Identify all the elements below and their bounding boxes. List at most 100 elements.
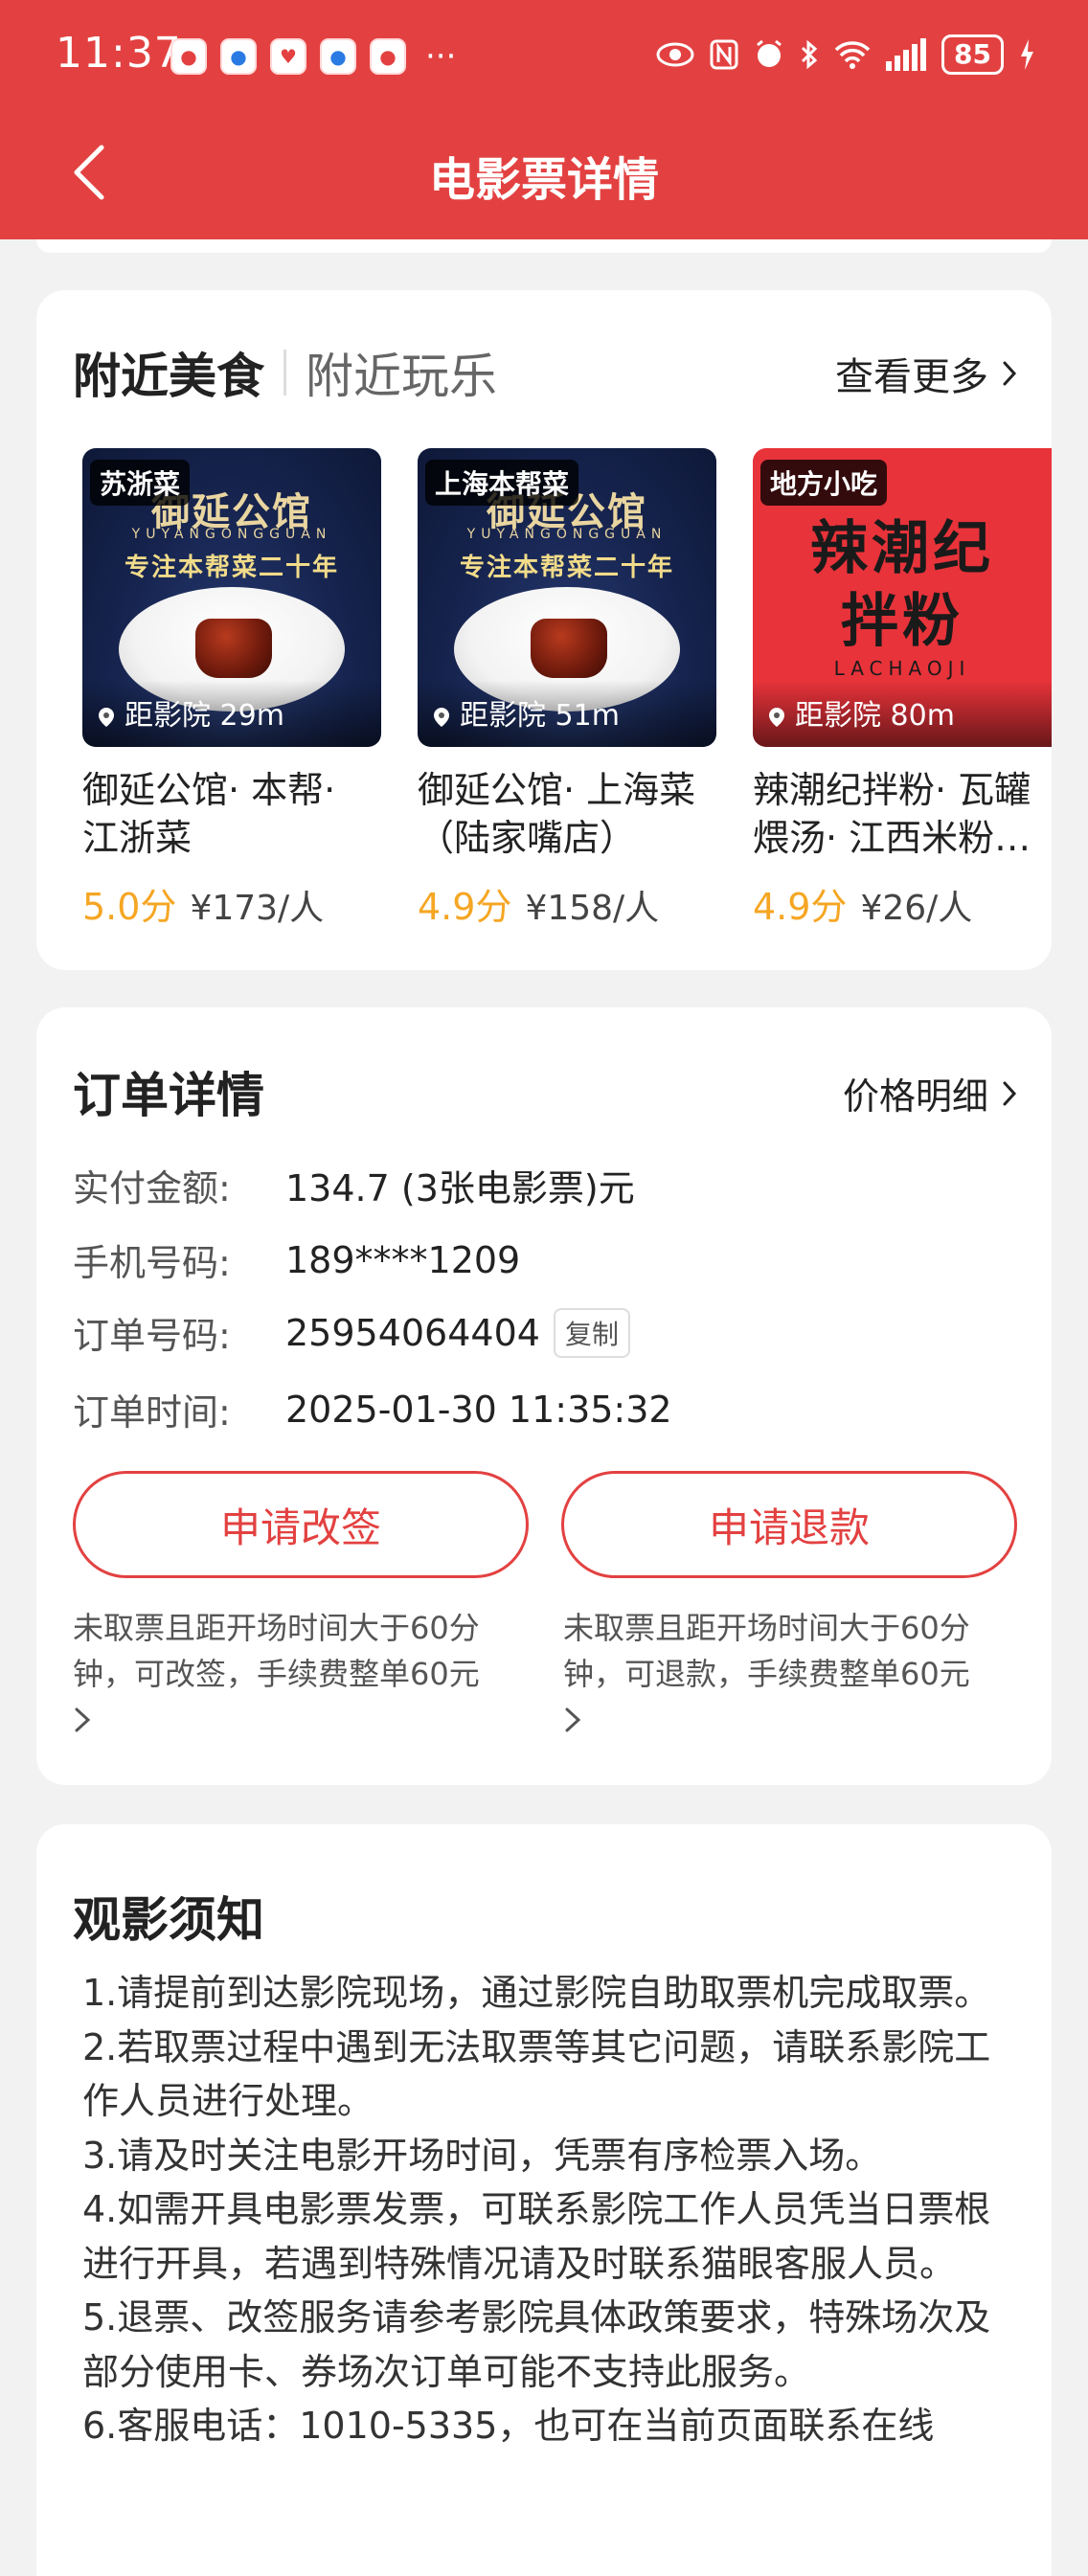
order-row-time: 订单时间: 2025-01-30 11:35:32	[73, 1383, 672, 1435]
app-notification-icon: ♥	[270, 38, 306, 75]
row-label: 订单号码:	[73, 1315, 231, 1357]
tab-nearby-fun[interactable]: 附近玩乐	[306, 338, 497, 407]
restaurant-name: 御延公馆· 本帮· 江浙菜	[82, 769, 336, 859]
order-row-amount: 实付金额: 134.7 (3张电影票)元	[73, 1159, 635, 1211]
eye-icon	[656, 42, 694, 67]
restaurant-price: ¥158/人	[525, 889, 660, 928]
location-pin-icon	[434, 708, 449, 727]
app-notification-icon: ●	[370, 38, 406, 75]
restaurant-name: 辣潮纪拌粉· 瓦罐煨汤· 江西米粉…	[753, 769, 1031, 859]
restaurant-image: 御延公馆 YUYANGONGGUAN 专注本帮菜二十年 苏浙菜 距影院 29m	[82, 448, 381, 747]
app-notification-icon: ●	[220, 38, 257, 75]
notice-item: 5.退票、改签服务请参考影院具体政策要求，特殊场次及部分使用卡、券场次订单可能不…	[82, 2296, 991, 2393]
image-slogan: 专注本帮菜二十年	[124, 554, 339, 582]
restaurant-image: 辣潮纪 拌粉 LACHAOJI 地方小吃 距影院 80m	[753, 448, 1052, 747]
cuisine-tag: 苏浙菜	[90, 460, 191, 506]
page-title: 电影票详情	[428, 153, 659, 207]
dish-graphic	[195, 619, 272, 678]
more-notifications-icon: ···	[425, 37, 457, 76]
image-brand-text: 拌粉	[841, 588, 963, 655]
chevron-down-icon[interactable]	[73, 1706, 92, 1733]
restaurant-price: ¥173/人	[190, 889, 325, 928]
cuisine-tag: 上海本帮菜	[425, 460, 579, 506]
change-note-text: 未取票且距开场时间大于60分钟，可改签，手续费整单60元	[73, 1610, 480, 1692]
restaurant-card[interactable]: 御延公馆 YUYANGONGGUAN 专注本帮菜二十年 上海本帮菜 距影院 51…	[418, 448, 716, 930]
cuisine-tag: 地方小吃	[760, 460, 888, 506]
viewing-notice-card: 观影须知 1.请提前到达影院现场，通过影院自助取票机完成取票。 2.若取票过程中…	[36, 1824, 1052, 2576]
chevron-down-icon[interactable]	[563, 1706, 582, 1733]
row-value: 2025-01-30 11:35:32	[285, 1388, 672, 1431]
restaurant-name: 御延公馆· 上海菜（陆家嘴店）	[418, 769, 696, 859]
notice-item: 6.客服电话：1010-5335，也可在当前页面联系在线	[82, 2405, 935, 2447]
restaurant-meta: 5.0分 ¥173/人	[82, 877, 381, 930]
cellular-signal-icon	[886, 38, 927, 71]
restaurant-meta: 4.9分 ¥26/人	[753, 877, 1052, 930]
restaurant-score: 4.9分	[753, 886, 848, 928]
order-row-phone: 手机号码: 189****1209	[73, 1233, 520, 1286]
battery-indicator: 85	[941, 34, 1004, 75]
notification-icons: ● ● ♥ ● ● ···	[170, 38, 456, 75]
distance-text: 距影院 51m	[460, 699, 620, 733]
notice-list: 1.请提前到达影院现场，通过影院自助取票机完成取票。 2.若取票过程中遇到无法取…	[82, 1966, 1021, 2453]
restaurant-score: 5.0分	[82, 886, 177, 928]
order-details-title: 订单详情	[73, 1068, 264, 1123]
app-header: 11:37 ● ● ♥ ● ● ··· 85 电影票详情	[0, 0, 1088, 239]
restaurant-meta: 4.9分 ¥158/人	[418, 877, 716, 930]
see-more-link[interactable]: 查看更多	[835, 346, 1017, 401]
distance-text: 距影院 80m	[795, 699, 955, 733]
location-pin-icon	[769, 708, 784, 727]
notice-item: 1.请提前到达影院现场，通过影院自助取票机完成取票。	[82, 1972, 991, 2014]
nfc-icon	[710, 39, 738, 70]
charging-icon	[1021, 39, 1033, 70]
image-brand-text: 辣潮纪	[810, 515, 994, 582]
row-label: 实付金额:	[73, 1167, 231, 1209]
order-details-card: 订单详情 价格明细 实付金额: 134.7 (3张电影票)元 手机号码: 189…	[36, 1007, 1052, 1785]
restaurant-card[interactable]: 辣潮纪 拌粉 LACHAOJI 地方小吃 距影院 80m 辣潮纪拌粉· 瓦罐煨汤…	[753, 448, 1052, 930]
app-notification-icon: ●	[320, 38, 356, 75]
price-detail-label: 价格明细	[842, 1075, 988, 1118]
chevron-right-icon	[1003, 361, 1017, 386]
nearby-card: 附近美食 附近玩乐 查看更多 御延公馆 YUYANGONGGUAN 专注本帮菜二…	[36, 290, 1052, 970]
distance-overlay: 距影院 29m	[82, 680, 381, 747]
price-detail-link[interactable]: 价格明细	[843, 1067, 1017, 1119]
image-slogan: 专注本帮菜二十年	[459, 554, 674, 582]
viewing-notice-title: 观影须知	[73, 1892, 264, 1948]
apply-refund-button[interactable]: 申请退款	[561, 1471, 1017, 1578]
apply-change-button[interactable]: 申请改签	[73, 1471, 529, 1578]
nearby-tabs: 附近美食 附近玩乐	[73, 338, 497, 407]
tab-divider	[283, 350, 286, 395]
row-value: 134.7 (3张电影票)元	[285, 1167, 635, 1209]
refund-note-text: 未取票且距开场时间大于60分钟，可退款，手续费整单60元	[563, 1610, 970, 1692]
location-pin-icon	[99, 708, 114, 727]
status-time: 11:37	[56, 29, 182, 78]
row-value: 25954064404	[285, 1311, 540, 1354]
image-brand-subtext: LACHAOJI	[833, 657, 971, 680]
notice-item: 3.请及时关注电影开场时间，凭票有序检票入场。	[82, 2134, 882, 2177]
app-notification-icon: ●	[170, 38, 207, 75]
chevron-right-icon	[1003, 1081, 1017, 1105]
restaurant-price: ¥26/人	[860, 889, 973, 928]
change-policy-note: 未取票且距开场时间大于60分钟，可改签，手续费整单60元	[73, 1605, 513, 1733]
row-label: 手机号码:	[73, 1242, 231, 1284]
restaurant-image: 御延公馆 YUYANGONGGUAN 专注本帮菜二十年 上海本帮菜 距影院 51…	[418, 448, 716, 747]
bluetooth-icon	[801, 39, 818, 70]
image-brand-subtext: YUYANGONGGUAN	[466, 527, 668, 542]
row-label: 订单时间:	[73, 1391, 231, 1434]
restaurant-score: 4.9分	[418, 886, 512, 928]
refund-policy-note: 未取票且距开场时间大于60分钟，可退款，手续费整单60元	[563, 1605, 1004, 1733]
alarm-icon	[757, 39, 782, 67]
see-more-label: 查看更多	[835, 355, 988, 399]
order-row-number: 订单号码: 25954064404 复制	[73, 1306, 630, 1359]
row-value: 189****1209	[285, 1238, 521, 1281]
restaurant-card[interactable]: 御延公馆 YUYANGONGGUAN 专注本帮菜二十年 苏浙菜 距影院 29m …	[82, 448, 381, 930]
distance-text: 距影院 29m	[125, 699, 284, 733]
distance-overlay: 距影院 80m	[753, 680, 1052, 747]
status-bar: 11:37 ● ● ♥ ● ● ··· 85	[0, 0, 1088, 110]
tab-nearby-food[interactable]: 附近美食	[73, 338, 264, 407]
system-status: 85	[656, 34, 1034, 75]
copy-order-number-button[interactable]: 复制	[553, 1307, 630, 1358]
previous-card-bottom	[36, 239, 1052, 253]
notice-item: 2.若取票过程中遇到无法取票等其它问题，请联系影院工作人员进行处理。	[82, 2025, 991, 2123]
dish-graphic	[531, 619, 607, 678]
distance-overlay: 距影院 51m	[418, 680, 716, 747]
